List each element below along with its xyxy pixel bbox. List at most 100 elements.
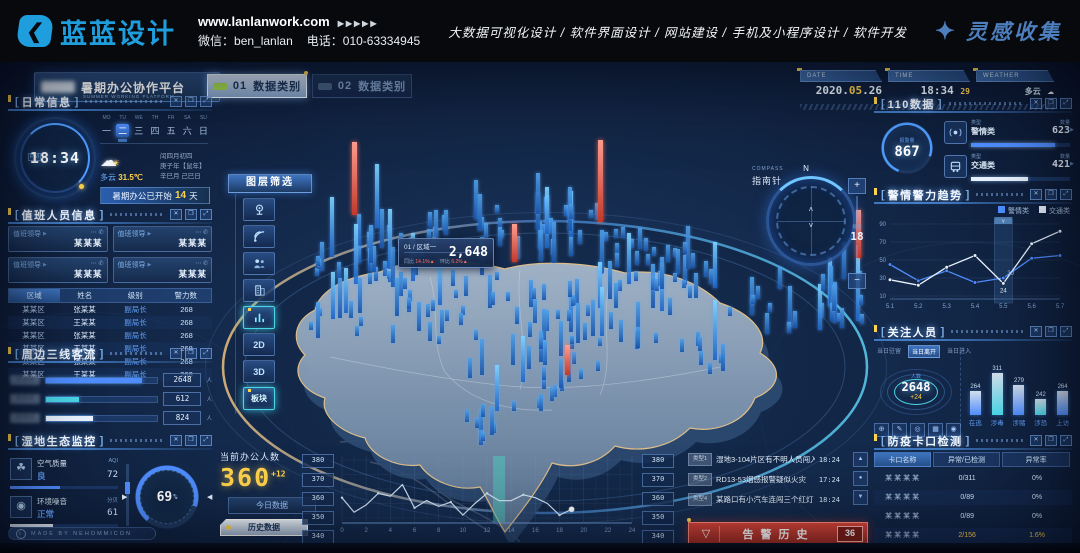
scroll-up-button[interactable]: ▲ bbox=[853, 452, 868, 467]
map-bar bbox=[533, 299, 537, 323]
signal-layer-button[interactable] bbox=[243, 225, 275, 248]
scroll-down-button[interactable]: ▼ bbox=[853, 490, 868, 505]
close-icon[interactable]: ✕ bbox=[1030, 98, 1042, 109]
svg-text:12: 12 bbox=[484, 528, 491, 534]
map-bar bbox=[428, 212, 432, 227]
zoom-in-button[interactable]: + bbox=[848, 178, 866, 194]
trend-line-chart[interactable]: 9070503010v30245.15.25.35.45.55.65.7 bbox=[874, 216, 1070, 320]
expand-icon[interactable]: ⤢ bbox=[200, 209, 212, 220]
office-line-chart[interactable]: 024681012141618202224 bbox=[338, 452, 636, 546]
expand-icon[interactable]: ⤢ bbox=[1060, 189, 1072, 200]
map-bar bbox=[331, 272, 335, 319]
map-bar bbox=[315, 268, 319, 276]
alarm-row[interactable]: 类型4某路口有小汽车连闯三个红灯18:24 bbox=[688, 492, 840, 507]
map-bar bbox=[859, 295, 863, 305]
gauge-left-arrow[interactable]: ▶ bbox=[122, 493, 127, 501]
north-label: N bbox=[803, 164, 809, 173]
eco-gauge: 69% ▶ ▶ bbox=[130, 460, 204, 534]
close-icon[interactable]: ✕ bbox=[1030, 326, 1042, 337]
window-icon[interactable]: ❐ bbox=[1045, 435, 1057, 446]
map-bar bbox=[793, 311, 797, 328]
3d-view-button[interactable]: 3D bbox=[243, 360, 275, 383]
tab-stay-today[interactable]: 当日驻留 bbox=[874, 345, 904, 358]
team-icon bbox=[253, 257, 266, 270]
zoom-out-button[interactable]: − bbox=[848, 273, 866, 289]
compass-dial[interactable]: ˄ ˅ bbox=[766, 176, 856, 266]
map-bar bbox=[615, 253, 619, 267]
inspiration-collect[interactable]: ✦ 灵感收集 bbox=[935, 16, 1062, 46]
svg-text:10: 10 bbox=[879, 294, 886, 300]
close-icon[interactable]: ✕ bbox=[1030, 435, 1042, 446]
panel-passenger-flow: [周边三线客流] ✕❐⤢ 某某线 2648人 某某线 612人 某某线 824人 bbox=[8, 347, 212, 431]
arrow-icon: ▶ bbox=[1070, 161, 1074, 167]
card-more-icon[interactable]: ⋯ ✆ bbox=[195, 229, 208, 236]
window-icon[interactable]: ❐ bbox=[185, 96, 197, 107]
lanlan-logo[interactable]: ❮ 蓝蓝设计 bbox=[18, 12, 176, 51]
arrow-icon: ▶ bbox=[43, 231, 47, 237]
window-icon[interactable]: ❐ bbox=[1045, 189, 1057, 200]
map-bar bbox=[609, 312, 613, 329]
close-icon[interactable]: ✕ bbox=[1030, 189, 1042, 200]
panel-focus-persons: [关注人员] ✕❐⤢ 当日驻留 当日离开 当日进入 人数2648+24 ⊕ ✎ … bbox=[874, 325, 1072, 431]
bar-chart-layer-button[interactable] bbox=[243, 306, 275, 329]
expand-icon[interactable]: ⤢ bbox=[200, 348, 212, 359]
warning-triangle-icon: ▽ bbox=[693, 526, 720, 542]
team-layer-button[interactable] bbox=[243, 252, 275, 275]
expand-icon[interactable]: ⤢ bbox=[1060, 98, 1072, 109]
leaf-icon: ☘ bbox=[10, 458, 32, 480]
map-bar bbox=[480, 339, 484, 375]
focus-bar-chart[interactable]: 264在逃311涉毒279涉赌242涉恐264上访 bbox=[960, 347, 1070, 427]
map-bar bbox=[542, 367, 546, 380]
close-icon[interactable]: ✕ bbox=[170, 96, 182, 107]
clock-marker bbox=[79, 184, 84, 189]
map-bar-alert bbox=[598, 140, 603, 222]
tab-left-today[interactable]: 当日离开 bbox=[908, 345, 940, 358]
window-icon[interactable]: ❐ bbox=[1045, 326, 1057, 337]
expand-icon[interactable]: ⤢ bbox=[200, 435, 212, 446]
window-icon[interactable]: ❐ bbox=[1045, 98, 1057, 109]
window-icon[interactable]: ❐ bbox=[185, 348, 197, 359]
map-bar bbox=[391, 325, 395, 343]
2d-view-button[interactable]: 2D bbox=[243, 333, 275, 356]
map-bar bbox=[608, 261, 612, 299]
alarm-row[interactable]: 类型1湿地3-104片区有不明人员闯入18:24 bbox=[688, 452, 840, 467]
tab-data-category-2[interactable]: 02数据类别 bbox=[312, 74, 412, 98]
panel-daily-info: [日常信息] ✕❐⤢ PM 18:34 MO一 TU二 WE三 TH四 FR五 … bbox=[8, 95, 212, 205]
redacted-logo bbox=[41, 81, 75, 93]
expand-icon[interactable]: ⤢ bbox=[200, 96, 212, 107]
close-icon[interactable]: ✕ bbox=[170, 435, 182, 446]
map-bar bbox=[521, 336, 525, 382]
map-bar bbox=[576, 303, 580, 343]
camera-layer-button[interactable] bbox=[243, 198, 275, 221]
map-bar bbox=[682, 280, 686, 288]
window-icon[interactable]: ❐ bbox=[185, 209, 197, 220]
card-more-icon[interactable]: ⋯ ✆ bbox=[91, 229, 104, 236]
card-more-icon[interactable]: ⋯ ✆ bbox=[91, 260, 104, 267]
alarm-row[interactable]: 类型2RD13-53烟感报警疑似火灾17:24 bbox=[688, 472, 840, 487]
panel-title: 关注人员 bbox=[888, 324, 938, 340]
map-bar bbox=[709, 269, 713, 284]
map-tooltip: 01 / 区域一 2,648 同比 14.1%▲ 环比 6.2%▲ bbox=[398, 238, 494, 268]
week-today: TU二 bbox=[116, 115, 129, 142]
panel-110-data: [110数据] ✕❐⤢ 报警量867 类型▶ 警情类 数量 623 类型▶ 交通… bbox=[874, 97, 1072, 185]
map-bar bbox=[635, 251, 639, 265]
map-bar bbox=[570, 336, 574, 344]
building-layer-button[interactable] bbox=[243, 279, 275, 302]
gauge-right-arrow[interactable]: ▶ bbox=[207, 493, 212, 501]
site-url[interactable]: www.lanlanwork.com bbox=[198, 14, 330, 29]
expand-icon[interactable]: ⤢ bbox=[1060, 435, 1072, 446]
close-icon[interactable]: ✕ bbox=[170, 348, 182, 359]
weather-widget: WEATHER 多云 ☁ bbox=[976, 70, 1054, 100]
tab-data-category-1[interactable]: 01数据类别 bbox=[207, 74, 307, 98]
office-trend-chart: 380 370 360 350 340 380 370 360 350 340 … bbox=[302, 452, 674, 546]
expand-icon[interactable]: ⤢ bbox=[1060, 326, 1072, 337]
arrows-decoration: ▶▶▶▶▶ bbox=[338, 19, 379, 28]
camera-icon bbox=[253, 203, 266, 216]
history-data-button[interactable]: 历史数据 bbox=[220, 519, 308, 536]
close-icon[interactable]: ✕ bbox=[170, 209, 182, 220]
block-view-button[interactable]: 板块 bbox=[243, 387, 275, 410]
window-icon[interactable]: ❐ bbox=[185, 435, 197, 446]
map-bar bbox=[621, 227, 625, 238]
map-zoom-control: + 级别 18 − bbox=[848, 178, 866, 289]
card-more-icon[interactable]: ⋯ ✆ bbox=[195, 260, 208, 267]
